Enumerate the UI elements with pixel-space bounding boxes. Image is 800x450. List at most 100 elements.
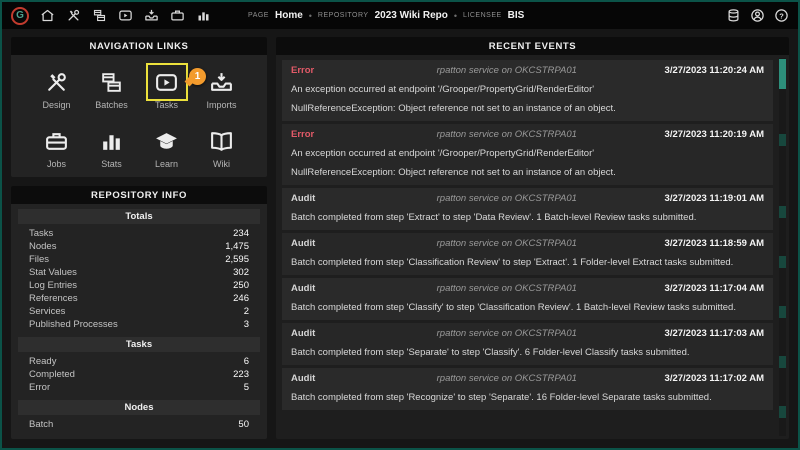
event-message: Batch completed from step 'Extract' to s… xyxy=(291,212,764,223)
repository-info-body: Totals Tasks234 Nodes1,475 Files2,595 St… xyxy=(11,204,267,439)
book-icon xyxy=(204,125,240,157)
nav-item-design[interactable]: Design xyxy=(29,63,84,116)
nav-item-batches[interactable]: Batches xyxy=(84,63,139,116)
event-type: Audit xyxy=(291,238,349,249)
event-message: NullReferenceException: Object reference… xyxy=(291,167,764,178)
event-meta: rpatton service on OKCSTRPA01 xyxy=(357,193,657,204)
inbox-icon xyxy=(204,66,240,98)
scrollbar-mark xyxy=(779,356,786,368)
event-meta: rpatton service on OKCSTRPA01 xyxy=(357,328,657,339)
page-label: PAGE xyxy=(248,12,269,19)
recent-events-title: RECENT EVENTS xyxy=(276,37,789,55)
section-title: Nodes xyxy=(18,400,260,415)
event-timestamp: 3/27/2023 11:20:24 AM xyxy=(665,65,764,76)
event-meta: rpatton service on OKCSTRPA01 xyxy=(357,65,657,76)
separator-dot: • xyxy=(454,11,457,21)
repository-info-panel: REPOSITORY INFO Totals Tasks234 Nodes1,4… xyxy=(11,186,267,439)
event-type: Audit xyxy=(291,328,349,339)
nav-item-label: Jobs xyxy=(47,159,66,169)
scrollbar-thumb[interactable] xyxy=(779,59,786,89)
main-content: NAVIGATION LINKS Design Batches xyxy=(2,29,798,448)
scrollbar-mark xyxy=(779,306,786,318)
event-row[interactable]: Audit rpatton service on OKCSTRPA01 3/27… xyxy=(282,368,773,410)
topbar-right: ? xyxy=(726,8,789,23)
licensee-label: LICENSEE xyxy=(463,12,502,19)
event-row[interactable]: Error rpatton service on OKCSTRPA01 3/27… xyxy=(282,124,773,185)
event-header: Error rpatton service on OKCSTRPA01 3/27… xyxy=(291,129,764,140)
grooper-window: G PAGE Hom xyxy=(0,0,800,450)
stats-icon[interactable] xyxy=(196,8,211,23)
events-scrollbar[interactable] xyxy=(779,58,786,436)
stat-row: Log Entries250 xyxy=(18,279,260,292)
event-timestamp: 3/27/2023 11:17:04 AM xyxy=(665,283,764,294)
home-icon[interactable] xyxy=(40,8,55,23)
event-row[interactable]: Error rpatton service on OKCSTRPA01 3/27… xyxy=(282,60,773,121)
separator-dot: • xyxy=(309,11,312,21)
nav-item-label: Wiki xyxy=(213,159,230,169)
scrollbar-mark xyxy=(779,256,786,268)
event-timestamp: 3/27/2023 11:17:02 AM xyxy=(665,373,764,384)
recent-events-panel: RECENT EVENTS Error rpatton service on O… xyxy=(276,37,789,439)
stat-row: Error5 xyxy=(18,381,260,394)
nav-item-label: Imports xyxy=(206,100,236,110)
stat-row: Nodes1,475 xyxy=(18,240,260,253)
bar-chart-icon xyxy=(94,125,130,157)
jobs-icon[interactable] xyxy=(170,8,185,23)
scrollbar-mark xyxy=(779,206,786,218)
nav-item-tasks[interactable]: Tasks 1 xyxy=(139,63,194,116)
design-icon[interactable] xyxy=(66,8,81,23)
event-timestamp: 3/27/2023 11:18:59 AM xyxy=(665,238,764,249)
totals-section: Totals Tasks234 Nodes1,475 Files2,595 St… xyxy=(18,209,260,331)
event-row[interactable]: Audit rpatton service on OKCSTRPA01 3/27… xyxy=(282,233,773,275)
database-icon[interactable] xyxy=(726,8,741,23)
event-message: NullReferenceException: Object reference… xyxy=(291,103,764,114)
nav-item-label: Tasks xyxy=(155,100,178,110)
grooper-logo: G xyxy=(11,7,29,25)
licensee-value: BIS xyxy=(508,10,525,21)
tasks-icon[interactable] xyxy=(118,8,133,23)
nav-item-wiki[interactable]: Wiki xyxy=(194,122,249,175)
event-meta: rpatton service on OKCSTRPA01 xyxy=(357,238,657,249)
topbar-nav xyxy=(40,8,211,23)
repository-label: REPOSITORY xyxy=(318,12,369,19)
event-header: Error rpatton service on OKCSTRPA01 3/27… xyxy=(291,65,764,76)
event-meta: rpatton service on OKCSTRPA01 xyxy=(357,283,657,294)
event-message: An exception occurred at endpoint '/Groo… xyxy=(291,84,764,95)
event-row[interactable]: Audit rpatton service on OKCSTRPA01 3/27… xyxy=(282,278,773,320)
stat-row: Ready6 xyxy=(18,355,260,368)
stat-row: Batch50 xyxy=(18,418,260,431)
imports-icon[interactable] xyxy=(144,8,159,23)
user-icon[interactable] xyxy=(750,8,765,23)
callout-step-badge: 1 xyxy=(189,68,206,85)
event-header: Audit rpatton service on OKCSTRPA01 3/27… xyxy=(291,193,764,204)
tools-icon xyxy=(39,66,75,98)
nav-item-label: Stats xyxy=(101,159,122,169)
nodes-section: Nodes Batch50 xyxy=(18,400,260,431)
repository-info-title: REPOSITORY INFO xyxy=(11,186,267,204)
stat-row: Files2,595 xyxy=(18,253,260,266)
nav-item-label: Batches xyxy=(95,100,128,110)
event-header: Audit rpatton service on OKCSTRPA01 3/27… xyxy=(291,283,764,294)
event-timestamp: 3/27/2023 11:17:03 AM xyxy=(665,328,764,339)
event-header: Audit rpatton service on OKCSTRPA01 3/27… xyxy=(291,238,764,249)
breadcrumb: PAGE Home • REPOSITORY 2023 Wiki Repo • … xyxy=(248,2,524,29)
video-icon xyxy=(149,66,185,98)
stat-row: Stat Values302 xyxy=(18,266,260,279)
event-row[interactable]: Audit rpatton service on OKCSTRPA01 3/27… xyxy=(282,323,773,365)
event-timestamp: 3/27/2023 11:19:01 AM xyxy=(665,193,764,204)
nav-item-jobs[interactable]: Jobs xyxy=(29,122,84,175)
nav-item-stats[interactable]: Stats xyxy=(84,122,139,175)
event-message: An exception occurred at endpoint '/Groo… xyxy=(291,148,764,159)
event-type: Audit xyxy=(291,283,349,294)
stat-row: References246 xyxy=(18,292,260,305)
event-type: Error xyxy=(291,129,349,140)
event-message: Batch completed from step 'Classify' to … xyxy=(291,302,764,313)
events-list: Error rpatton service on OKCSTRPA01 3/27… xyxy=(276,55,789,439)
nav-item-learn[interactable]: Learn xyxy=(139,122,194,175)
event-header: Audit rpatton service on OKCSTRPA01 3/27… xyxy=(291,328,764,339)
scrollbar-mark xyxy=(779,134,786,146)
batches-icon[interactable] xyxy=(92,8,107,23)
event-meta: rpatton service on OKCSTRPA01 xyxy=(357,373,657,384)
event-row[interactable]: Audit rpatton service on OKCSTRPA01 3/27… xyxy=(282,188,773,230)
help-icon[interactable]: ? xyxy=(774,8,789,23)
